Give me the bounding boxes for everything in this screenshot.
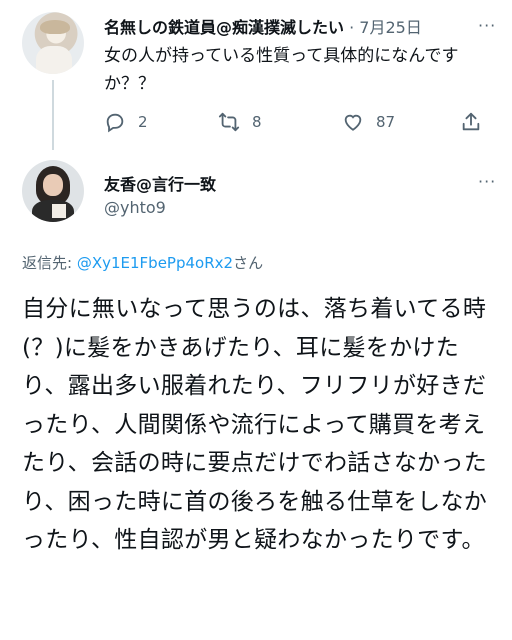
avatar-figure	[36, 46, 72, 74]
display-name[interactable]: 友香@言行一致	[104, 171, 216, 195]
more-horizontal-icon[interactable]: ···	[478, 172, 496, 191]
user-handle[interactable]: @yhto9	[104, 198, 166, 217]
tweet-date[interactable]: · 7月25日	[349, 18, 422, 37]
avatar[interactable]	[22, 12, 84, 74]
share-icon	[462, 112, 480, 131]
reply-icon	[106, 113, 124, 133]
replying-suffix: さん	[233, 254, 264, 272]
replying-prefix: 返信先:	[22, 254, 77, 272]
replying-mention[interactable]: @Xy1E1FbePp4oRx2	[77, 254, 233, 272]
tweet-header: 名無しの鉄道員@痴漢撲滅したい · 7月25日	[104, 14, 504, 37]
display-name[interactable]: 名無しの鉄道員@痴漢撲滅したい	[104, 18, 344, 37]
tweet-actions: 2 8 87	[104, 110, 504, 134]
avatar-face	[43, 174, 63, 196]
retweet-button[interactable]: 8	[218, 110, 262, 134]
tweet-reply-header: 友香@言行一致 @yhto9 ···	[0, 158, 512, 238]
tweet-text: 女の人が持っている性質って具体的になんですか？？	[104, 46, 459, 94]
avatar-hat	[40, 20, 70, 34]
more-horizontal-icon[interactable]: ···	[478, 16, 496, 35]
tweet-original[interactable]: 名無しの鉄道員@痴漢撲滅したい · 7月25日 ··· 女の人が持っている性質っ…	[0, 0, 512, 150]
tweet-text: 自分に無いなって思うのは、落ち着いてる時(？)に髪をかきあげたり、耳に髪をかけた…	[22, 296, 488, 553]
like-button[interactable]: 87	[342, 110, 395, 134]
retweet-icon	[218, 112, 240, 132]
thread-line	[52, 80, 54, 150]
avatar[interactable]	[22, 160, 84, 222]
retweet-count: 8	[252, 113, 262, 131]
like-count: 87	[376, 113, 396, 131]
avatar-bag	[52, 204, 66, 218]
share-button[interactable]	[460, 110, 494, 134]
heart-icon	[344, 114, 362, 131]
reply-count: 2	[138, 113, 148, 131]
reply-button[interactable]: 2	[104, 110, 148, 134]
replying-to: 返信先: @Xy1E1FbePp4oRx2さん	[22, 252, 263, 273]
